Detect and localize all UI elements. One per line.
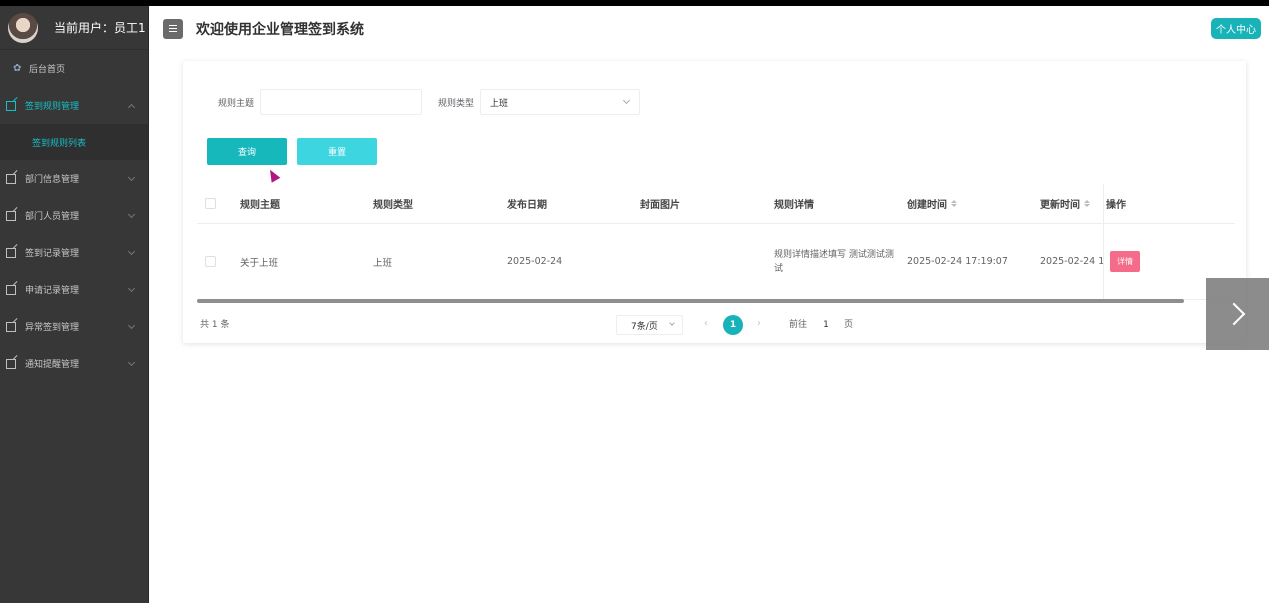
sidebar-item-label: 部门人员管理	[25, 212, 80, 222]
cell-detail: 规则详情描述填写 测试测试测试	[774, 224, 899, 299]
chevron-down-icon	[127, 210, 136, 219]
page-title: 欢迎使用企业管理签到系统	[196, 21, 364, 38]
chevron-up-icon	[127, 103, 136, 112]
sidebar-subitem-rule-list[interactable]: 签到规则列表	[0, 124, 148, 160]
edit-icon	[6, 358, 16, 369]
goto-suffix: 页	[844, 320, 854, 330]
header-subject: 规则主题	[240, 200, 280, 211]
sidebar-item-label: 申请记录管理	[25, 286, 80, 296]
header-detail: 规则详情	[774, 200, 814, 211]
sidebar-item-label: 后台首页	[29, 65, 66, 75]
chevron-down-icon	[127, 173, 136, 182]
edit-icon	[6, 247, 16, 258]
header-cover: 封面图片	[640, 200, 680, 211]
cell-type: 上班	[373, 257, 393, 269]
query-button[interactable]: 查询	[207, 138, 287, 165]
profile-button[interactable]: 个人中心	[1211, 18, 1261, 39]
header-updated[interactable]: 更新时间	[1040, 184, 1090, 223]
current-user-label: 当前用户：员工1	[54, 21, 146, 35]
cell-actions: 详情	[1110, 224, 1140, 299]
edit-icon	[6, 284, 16, 295]
type-select[interactable]: 上班	[480, 89, 641, 115]
chevron-down-icon	[127, 284, 136, 293]
sidebar-item-abnormal-checkin[interactable]: 异常签到管理	[0, 308, 148, 345]
edit-icon	[6, 321, 16, 332]
edit-icon	[6, 173, 16, 184]
list-card: 规则主题 规则类型 上班 查询 重置 规则主题 规则类型 发布日期 封面图片 规…	[183, 61, 1246, 343]
sidebar-subitem-label: 签到规则列表	[32, 138, 87, 149]
sidebar-item-department-info[interactable]: 部门信息管理	[0, 160, 148, 197]
sidebar-menu: ✿ 后台首页 签到规则管理 签到规则列表 部门信息管理 部门人员管理 签到记录管…	[0, 50, 148, 382]
pagination-total: 共 1 条	[200, 320, 230, 330]
subject-input[interactable]	[260, 89, 423, 115]
sort-icon[interactable]	[951, 200, 957, 207]
row-checkbox[interactable]	[205, 256, 216, 267]
sidebar-item-label: 签到规则管理	[25, 102, 80, 112]
cell-date: 2025-02-24	[507, 256, 563, 267]
avatar[interactable]	[8, 12, 38, 43]
detail-button[interactable]: 详情	[1110, 251, 1140, 272]
sidebar-item-checkin-rules[interactable]: 签到规则管理	[0, 87, 148, 124]
rules-table: 规则主题 规则类型 发布日期 封面图片 规则详情 创建时间 更新时间 操作 关于…	[197, 184, 1235, 300]
reset-button[interactable]: 重置	[297, 138, 377, 165]
sidebar-item-label: 签到记录管理	[25, 249, 80, 259]
page-size-select[interactable]: 7条/页	[616, 315, 683, 335]
horizontal-scrollbar[interactable]	[197, 299, 1184, 303]
top-header: 欢迎使用企业管理签到系统 个人中心	[149, 6, 1269, 51]
table-row: 关于上班 上班 2025-02-24 规则详情描述填写 测试测试测试 2025-…	[197, 224, 1235, 300]
chevron-down-icon	[127, 321, 136, 330]
next-page-icon[interactable]: ›	[757, 318, 761, 329]
menu-toggle-icon[interactable]	[163, 18, 183, 39]
sidebar-item-department-staff[interactable]: 部门人员管理	[0, 197, 148, 234]
sidebar-item-notifications[interactable]: 通知提醒管理	[0, 345, 148, 382]
subject-label: 规则主题	[218, 98, 255, 109]
page-size-value: 7条/页	[631, 321, 658, 332]
sidebar-item-home[interactable]: ✿ 后台首页	[0, 50, 148, 87]
header-updated-label: 更新时间	[1040, 200, 1080, 211]
select-all-checkbox[interactable]	[205, 198, 216, 209]
mouse-cursor-icon	[265, 167, 281, 183]
cell-updated: 2025-02-24 1	[1040, 256, 1105, 267]
sidebar-item-label: 异常签到管理	[25, 323, 80, 333]
main-content: 规则主题 规则类型 上班 查询 重置 规则主题 规则类型 发布日期 封面图片 规…	[149, 51, 1269, 603]
header-type: 规则类型	[373, 200, 413, 211]
header-created-label: 创建时间	[907, 200, 947, 211]
app-frame: 当前用户：员工1 ✿ 后台首页 签到规则管理 签到规则列表 部门信息管理 部门人…	[0, 6, 1269, 603]
type-select-value: 上班	[490, 98, 509, 109]
fixed-column-divider	[1103, 184, 1104, 300]
chevron-down-icon	[127, 358, 136, 367]
chevron-right-icon[interactable]	[1206, 278, 1269, 350]
sidebar: 当前用户：员工1 ✿ 后台首页 签到规则管理 签到规则列表 部门信息管理 部门人…	[0, 6, 149, 603]
search-form: 规则主题 规则类型 上班	[218, 89, 641, 115]
page-number-current[interactable]: 1	[723, 315, 743, 335]
chevron-down-icon	[669, 320, 675, 326]
prev-page-icon[interactable]: ‹	[704, 318, 708, 329]
chevron-down-icon	[622, 96, 631, 105]
sidebar-item-label: 通知提醒管理	[25, 360, 80, 370]
cell-detail-text: 规则详情描述填写 测试测试测试	[774, 249, 894, 274]
sidebar-item-application-records[interactable]: 申请记录管理	[0, 271, 148, 308]
goto-label: 前往	[789, 320, 808, 330]
edit-icon	[6, 100, 16, 111]
header-created[interactable]: 创建时间	[907, 184, 957, 223]
goto-page-input[interactable]: 1	[815, 315, 837, 335]
sidebar-item-label: 部门信息管理	[25, 175, 80, 185]
type-label: 规则类型	[438, 98, 475, 109]
chevron-down-icon	[127, 247, 136, 256]
select-all-cell	[205, 184, 216, 223]
header-date: 发布日期	[507, 200, 547, 211]
table-header-row: 规则主题 规则类型 发布日期 封面图片 规则详情 创建时间 更新时间 操作	[197, 184, 1235, 224]
row-select-cell	[205, 224, 216, 299]
home-icon: ✿	[13, 62, 22, 74]
cell-subject: 关于上班	[240, 257, 279, 269]
header-actions: 操作	[1106, 200, 1126, 211]
sort-icon[interactable]	[1084, 200, 1090, 207]
user-block: 当前用户：员工1	[0, 6, 148, 50]
pagination: 共 1 条 7条/页 ‹ 1 › 前往 1 页	[183, 315, 1246, 335]
sidebar-item-checkin-records[interactable]: 签到记录管理	[0, 234, 148, 271]
cell-created: 2025-02-24 17:19:07	[907, 256, 1008, 267]
edit-icon	[6, 210, 16, 221]
